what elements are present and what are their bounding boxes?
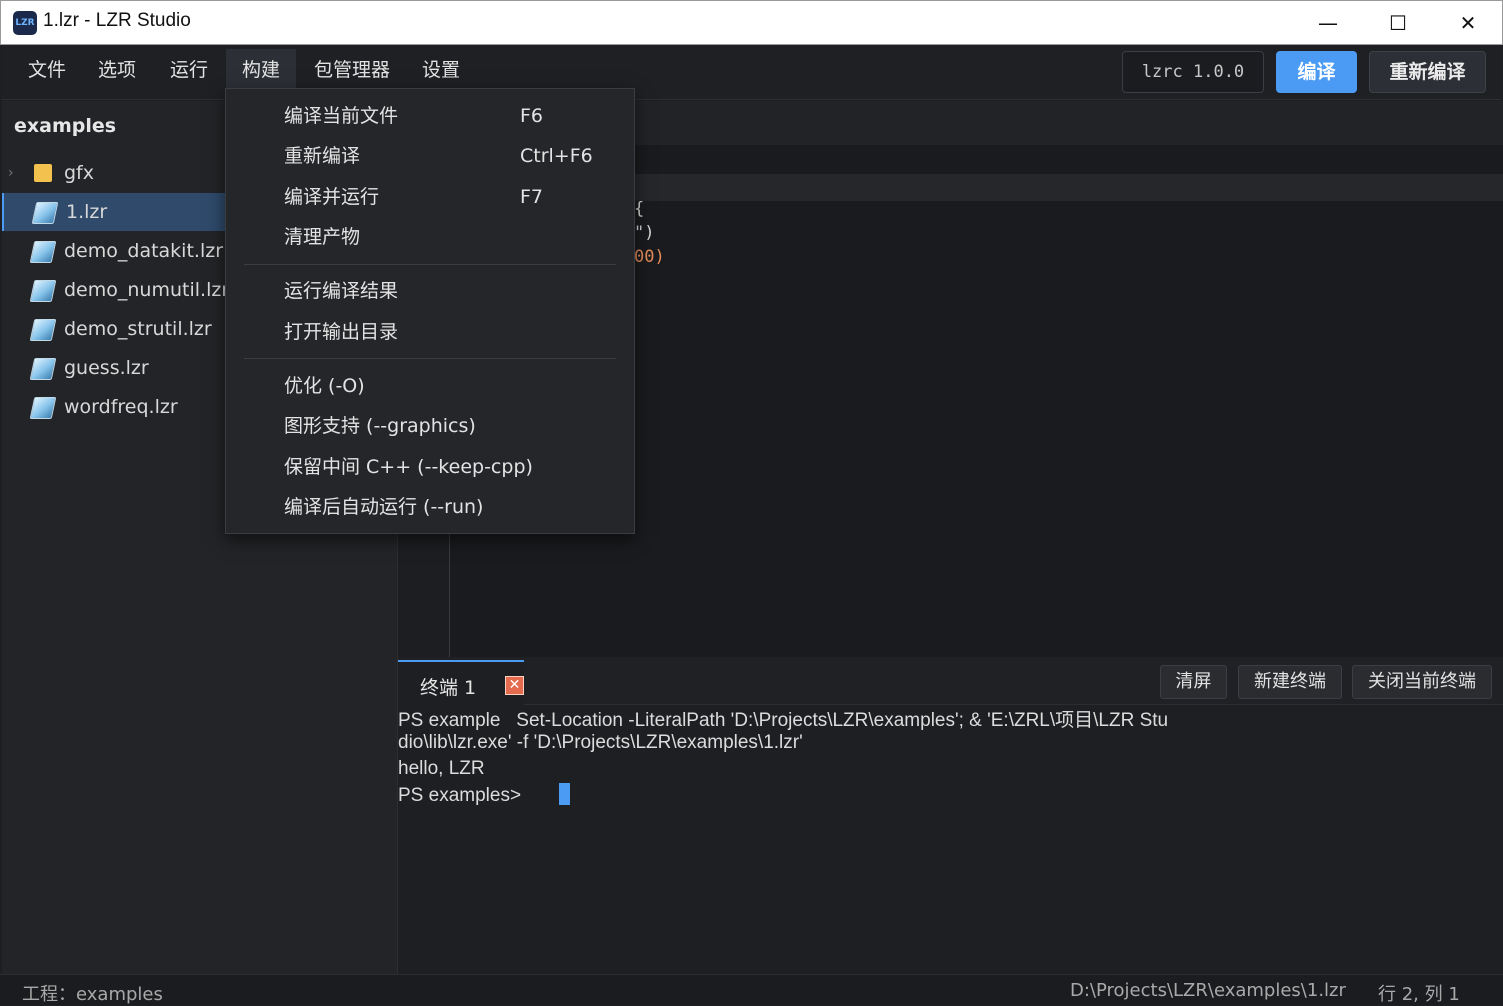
menu-item-keep-cpp[interactable]: 保留中间 C++ (--keep-cpp) bbox=[284, 447, 533, 487]
tree-item-label: wordfreq.lzr bbox=[64, 396, 178, 418]
terminal-tab-bar: 终端 1 ✕ 清屏 新建终端 关闭当前终端 bbox=[398, 657, 1503, 705]
lzr-file-icon bbox=[31, 202, 59, 224]
lzr-file-icon bbox=[29, 319, 57, 341]
status-file-path: D:\Projects\LZR\examples\1.lzr bbox=[1070, 980, 1346, 1001]
compiler-version: lzrc 1.0.0 bbox=[1122, 51, 1264, 93]
code-fragment: 00) bbox=[634, 247, 665, 267]
close-terminal-button[interactable]: 关闭当前终端 bbox=[1352, 665, 1492, 699]
terminal-output-line: dio\lib\lzr.exe' -f 'D:\Projects\LZR\exa… bbox=[398, 732, 803, 753]
menu-run[interactable]: 运行 bbox=[154, 49, 224, 91]
folder-icon bbox=[34, 164, 52, 182]
close-button[interactable]: ✕ bbox=[1433, 1, 1503, 45]
menu-item-open-output-dir[interactable]: 打开输出目录 bbox=[284, 312, 398, 352]
title-bar: LZR 1.lzr - LZR Studio — ☐ ✕ bbox=[0, 0, 1503, 45]
status-cursor-position: 行 2, 列 1 bbox=[1378, 984, 1460, 1005]
menu-item-graphics[interactable]: 图形支持 (--graphics) bbox=[284, 406, 476, 446]
new-terminal-button[interactable]: 新建终端 bbox=[1238, 665, 1342, 699]
menu-item-auto-run[interactable]: 编译后自动运行 (--run) bbox=[284, 487, 483, 527]
minimize-button[interactable]: — bbox=[1293, 1, 1363, 45]
menu-build[interactable]: 构建 bbox=[226, 49, 297, 91]
menu-item-compile-and-run[interactable]: 编译并运行 bbox=[284, 177, 379, 217]
menu-item-recompile[interactable]: 重新编译 bbox=[284, 136, 360, 176]
status-project: 工程：examples bbox=[22, 984, 163, 1005]
menu-item-optimize[interactable]: 优化 (-O) bbox=[284, 366, 365, 406]
clear-screen-button[interactable]: 清屏 bbox=[1160, 665, 1227, 699]
tree-item-label: guess.lzr bbox=[64, 357, 149, 379]
menu-package-manager[interactable]: 包管理器 bbox=[298, 49, 406, 91]
tree-item-label: gfx bbox=[64, 162, 94, 184]
menu-options[interactable]: 选项 bbox=[82, 49, 152, 91]
terminal-output-line: hello, LZR bbox=[398, 758, 485, 779]
code-fragment: ") bbox=[634, 223, 655, 243]
menu-file[interactable]: 文件 bbox=[12, 49, 82, 91]
lzr-file-icon bbox=[29, 241, 57, 263]
menu-item-compile-current[interactable]: 编译当前文件 bbox=[284, 96, 398, 136]
menu-separator bbox=[244, 358, 616, 359]
menu-settings[interactable]: 设置 bbox=[406, 49, 476, 91]
menu-item-run-output[interactable]: 运行编译结果 bbox=[284, 271, 398, 311]
menu-item-clean[interactable]: 清理产物 bbox=[284, 217, 360, 257]
tree-item-label: demo_strutil.lzr bbox=[64, 318, 212, 340]
tree-item-label: demo_numutil.lzr bbox=[64, 279, 230, 301]
lzr-file-icon bbox=[29, 397, 57, 419]
status-bar: 工程：examples D:\Projects\LZR\examples\1.l… bbox=[0, 974, 1503, 1005]
build-dropdown-menu: 编译当前文件 F6 重新编译 Ctrl+F6 编译并运行 F7 清理产物 运行编… bbox=[225, 88, 635, 534]
terminal-panel: 终端 1 ✕ 清屏 新建终端 关闭当前终端 PS example Set-Loc… bbox=[398, 657, 1503, 974]
lzr-file-icon bbox=[29, 280, 57, 302]
compile-button[interactable]: 编译 bbox=[1276, 51, 1357, 93]
terminal-tab-label: 终端 1 bbox=[420, 677, 477, 699]
maximize-button[interactable]: ☐ bbox=[1363, 1, 1433, 45]
recompile-button[interactable]: 重新编译 bbox=[1369, 51, 1486, 93]
tree-item-label: demo_datakit.lzr bbox=[64, 240, 224, 262]
terminal-tab[interactable]: 终端 1 ✕ bbox=[398, 660, 524, 705]
project-title: examples bbox=[14, 115, 117, 137]
app-logo-icon: LZR bbox=[13, 11, 37, 35]
tree-item-label: 1.lzr bbox=[66, 201, 108, 223]
shortcut-f6: F6 bbox=[520, 105, 544, 127]
chevron-right-icon: › bbox=[8, 165, 14, 181]
terminal-cursor bbox=[559, 783, 570, 805]
terminal-output-line: PS example Set-Location -LiteralPath 'D:… bbox=[398, 710, 1169, 731]
close-tab-icon[interactable]: ✕ bbox=[505, 676, 524, 695]
lzr-file-icon bbox=[29, 358, 57, 380]
code-fragment: { bbox=[634, 199, 645, 219]
shortcut-ctrl-f6: Ctrl+F6 bbox=[520, 145, 593, 167]
menu-separator bbox=[244, 264, 616, 265]
window-title: 1.lzr - LZR Studio bbox=[43, 10, 191, 31]
shortcut-f7: F7 bbox=[520, 186, 544, 208]
terminal-prompt[interactable]: PS examples> bbox=[398, 785, 521, 807]
